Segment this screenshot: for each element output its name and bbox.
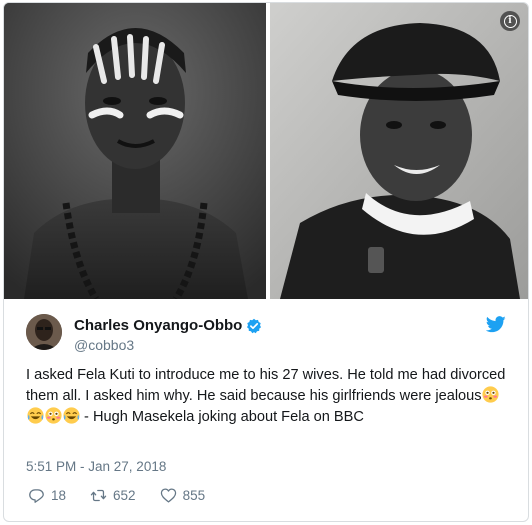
twitter-bird-icon[interactable] (485, 316, 506, 333)
tweet-text-tail: - Hugh Masekela joking about Fela on BBC (80, 409, 364, 425)
author-display-name[interactable]: Charles Onyango-Obbo (74, 317, 242, 334)
flushed-face-emoji-icon (482, 386, 499, 403)
author-name-row[interactable]: Charles Onyango-Obbo (74, 317, 262, 334)
tears-of-joy-emoji-icon (62, 407, 80, 424)
info-icon[interactable]: i (500, 11, 520, 31)
verified-badge-icon (246, 318, 262, 334)
reply-count: 18 (51, 488, 67, 503)
tweet-timestamp[interactable]: 5:51 PM - Jan 27, 2018 (26, 459, 166, 474)
photo-hugh-masekela[interactable] (270, 3, 528, 299)
reply-button[interactable]: 18 (28, 487, 66, 504)
author-handle[interactable]: @cobbo3 (74, 337, 134, 353)
tweet-header: Charles Onyango-Obbo @cobbo3 (4, 299, 528, 355)
retweet-button[interactable]: 652 (90, 487, 136, 504)
tweet-text: I asked Fela Kuti to introduce me to his… (26, 365, 508, 428)
like-count: 855 (182, 488, 206, 503)
flushed-face-emoji-icon (44, 407, 62, 424)
heart-icon (160, 488, 176, 503)
tweet-text-main: I asked Fela Kuti to introduce me to his… (26, 367, 506, 404)
tears-of-joy-emoji-icon (26, 407, 44, 424)
tweet-actions: 18 652 855 (28, 487, 229, 504)
like-button[interactable]: 855 (160, 487, 206, 504)
tweet-media[interactable]: i (4, 3, 528, 299)
reply-icon (29, 489, 44, 503)
photo-fela-kuti[interactable] (4, 3, 266, 299)
retweet-count: 652 (113, 488, 136, 503)
tweet-card: i Charles Onyango-Obbo @cobbo3 I asked F… (3, 2, 529, 522)
retweet-icon (90, 489, 107, 502)
avatar[interactable] (26, 314, 62, 350)
